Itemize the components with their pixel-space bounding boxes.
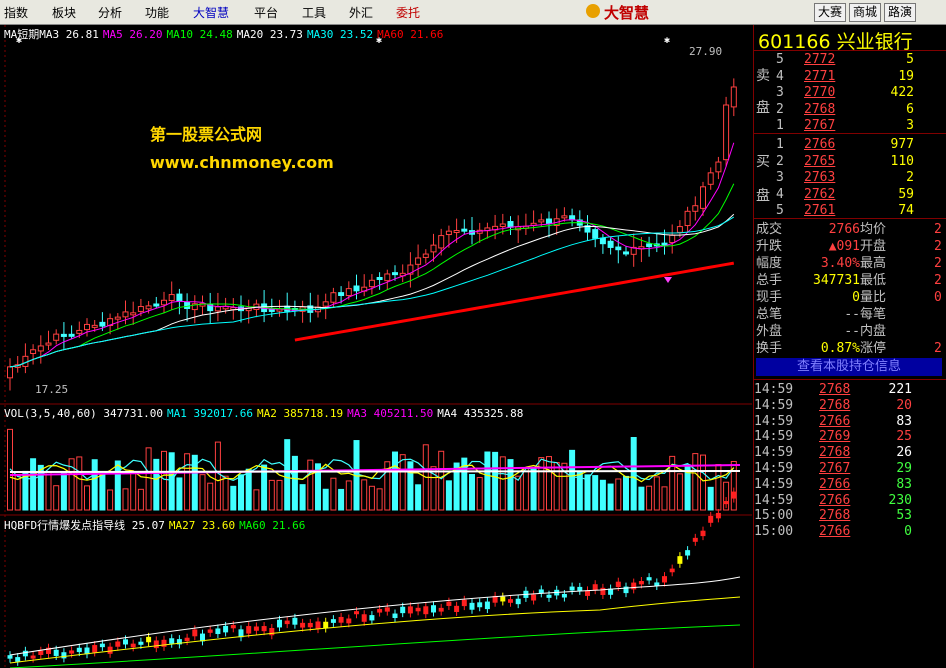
legend-vol: VOL(3,5,40,60) 347731.00: [4, 407, 163, 420]
legend-ma30: MA30 23.52: [306, 28, 374, 41]
menu-index[interactable]: 指数: [4, 4, 28, 21]
menu-analysis[interactable]: 分析: [98, 4, 122, 21]
stat-row: 换手 0.87% 涨停 2: [756, 341, 942, 356]
menu-sector[interactable]: 板块: [52, 4, 76, 21]
indicator-legend: HQBFD行情爆发点指导线 25.07 MA27 23.60 MA60 21.66: [4, 517, 309, 533]
buy-row: 4 2762 59: [776, 186, 914, 202]
legend-vol-ma1: MA1 392017.66: [166, 407, 254, 420]
buy-row: 1 2766 977: [776, 137, 914, 152]
menu-trade[interactable]: 委托: [396, 4, 420, 21]
tick-row: 15:00 2766 0: [754, 524, 912, 540]
buy-row: 3 2763 2: [776, 170, 914, 185]
legend-ind-ma27: MA27 23.60: [168, 519, 236, 532]
legend-ma3: MA短期MA3 26.81: [4, 28, 99, 41]
tick-row: 14:59 2768 20: [754, 397, 912, 413]
price-low-label: 17.25: [35, 383, 69, 396]
tick-row: 14:59 2766 83: [754, 413, 912, 429]
kline-chart[interactable]: ✱ ✱ ✱: [0, 25, 752, 668]
legend-vol-ma3: MA3 405211.50: [347, 407, 434, 420]
legend-ma10: MA10 24.48: [166, 28, 233, 41]
stat-row: 总手 347731 最低 2: [756, 273, 942, 288]
stat-row: 总笔 -- 每笔: [756, 307, 887, 322]
legend-ma60: MA60 21.66: [377, 28, 444, 41]
app-logo: 大智慧: [604, 4, 650, 22]
tick-row: 14:59 2767 29: [754, 461, 912, 476]
tick-row: 14:59 2768 26: [754, 445, 912, 461]
legend-vol-ma4: MA4 435325.88: [437, 407, 524, 420]
watermark-cn: 第一股票公式网: [150, 125, 263, 144]
roadshow-button[interactable]: 路演: [884, 3, 917, 22]
stat-row: 成交 2766 均价 2: [756, 222, 942, 237]
buy-row: 2 2765 110: [776, 153, 914, 169]
main-legend: MA短期MA3 26.81 MA5 26.20 MA10 24.48 MA20 23.…: [4, 26, 447, 42]
menu-platform[interactable]: 平台: [254, 4, 278, 21]
tick-row: 14:59 2766 230: [754, 492, 912, 508]
menu-dzh[interactable]: 大智慧: [193, 4, 229, 21]
legend-ind-ma60: MA60 21.66: [239, 519, 306, 532]
menu-function[interactable]: 功能: [145, 4, 169, 21]
quote-panel: 601166 兴业银行 卖 盘 5 2772 5 4 2771 19 3 2770 422 2 27…: [753, 25, 946, 668]
tick-row: 14:59 2769 25: [754, 429, 912, 445]
svg-text:✱: ✱: [664, 35, 670, 46]
legend-ma5: MA5 26.20: [102, 28, 163, 41]
sell-row: 3 2770 422: [776, 85, 914, 100]
watermark-url: www.chnmoney.com: [150, 153, 334, 172]
price-high-label: 27.90: [689, 45, 723, 58]
stat-row: 现手 0 量比 0: [756, 290, 942, 305]
sell-row: 4 2771 19: [776, 68, 914, 84]
menu-bar: 指数 板块 分析 功能 大智慧 平台 工具 外汇 委托 大智慧 大赛 商城 路演: [0, 0, 946, 25]
sell-row: 1 2767 3: [776, 118, 914, 133]
mall-button[interactable]: 商城: [849, 3, 882, 22]
logo-icon: [586, 4, 600, 18]
contest-button[interactable]: 大赛: [814, 3, 847, 22]
vol-legend: VOL(3,5,40,60) 347731.00 MA1 392017.66 MA2…: [4, 407, 527, 420]
view-holdings-button[interactable]: 查看本股持仓信息: [756, 358, 942, 376]
stat-row: 幅度 3.40% 最高 2: [756, 256, 942, 271]
sell-row: 5 2772 5: [776, 52, 914, 67]
stat-row: 外盘 -- 内盘: [756, 324, 887, 339]
chart-area[interactable]: ✱ ✱ ✱ MA短期MA3 26.81 MA5 26.20 MA10 24.48 MA20…: [0, 25, 752, 668]
menu-tools[interactable]: 工具: [302, 4, 326, 21]
tick-row: 14:59 2768 221: [754, 382, 912, 397]
tick-row: 15:00 2768 53: [754, 508, 912, 524]
menu-forex[interactable]: 外汇: [349, 4, 373, 21]
tick-row: 14:59 2766 83: [754, 476, 912, 492]
legend-hqbfd: HQBFD行情爆发点指导线 25.07: [4, 519, 165, 532]
buy-row: 5 2761 74: [776, 203, 914, 218]
legend-vol-ma2: MA2 385718.19: [257, 407, 344, 420]
sell-row: 2 2768 6: [776, 101, 914, 117]
legend-ma20: MA20 23.73: [236, 28, 303, 41]
stat-row: 升跌 ▲091 开盘 2: [756, 239, 942, 254]
